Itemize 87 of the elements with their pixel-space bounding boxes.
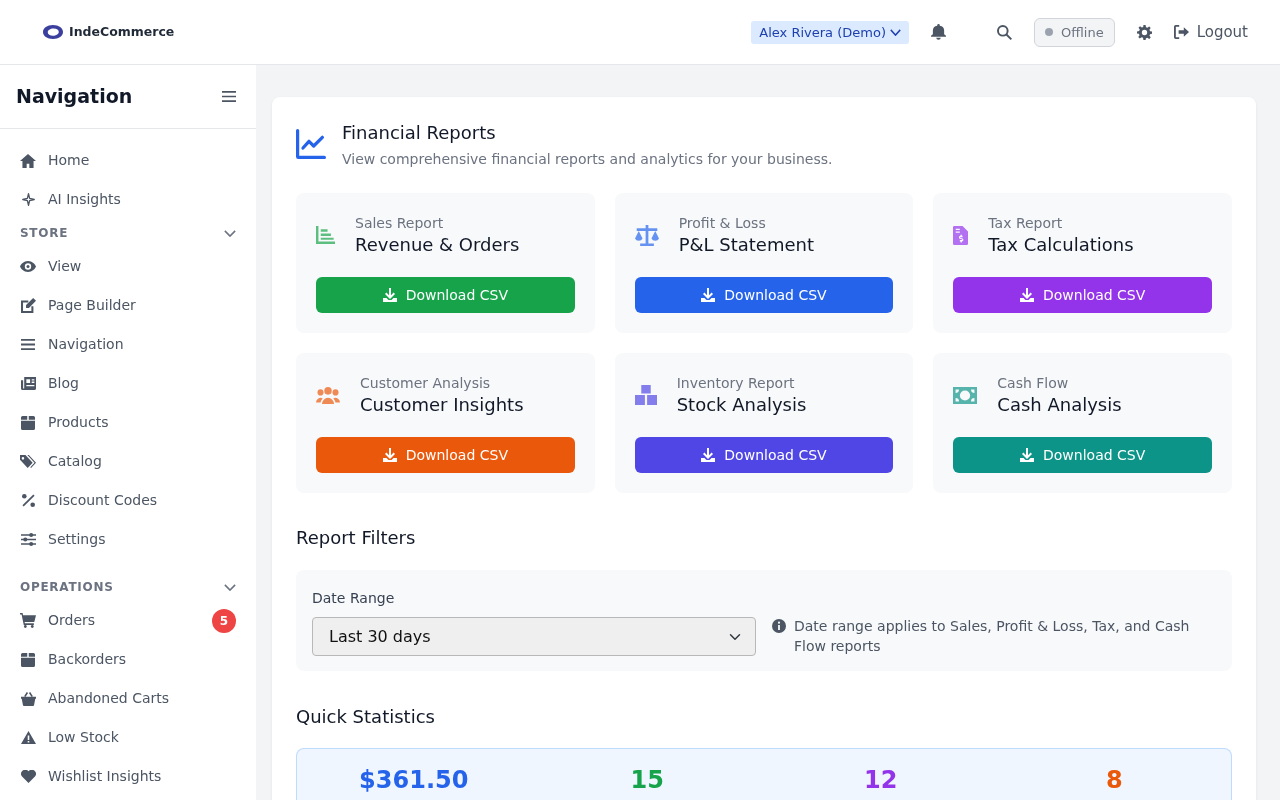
banknote-icon (953, 386, 978, 404)
date-range-select[interactable]: Last 30 days (312, 617, 756, 656)
download-icon (701, 288, 716, 302)
field-label: Date Range (312, 589, 395, 608)
download-icon (1020, 448, 1034, 462)
download-button[interactable]: Download CSV (316, 437, 575, 473)
edit-icon (20, 298, 36, 313)
logout-button[interactable]: Logout (1173, 20, 1248, 44)
warning-icon (20, 731, 36, 744)
eye-icon (20, 261, 36, 272)
download-icon (382, 448, 397, 462)
sidebar-title: Navigation (16, 85, 133, 108)
report-title: Revenue & Orders (355, 233, 520, 257)
cart-icon (20, 613, 36, 628)
logout-icon (1173, 25, 1189, 39)
newspaper-icon (20, 377, 36, 390)
sidebar-item[interactable]: AI Insights (0, 180, 256, 219)
people-icon (316, 386, 340, 404)
info-note: Date range applies to Sales, Profit & Loss, Tax, and Cash Flow reports (794, 617, 1191, 656)
download-button[interactable]: Download CSV (634, 437, 894, 473)
download-button[interactable]: Download CSV (634, 277, 894, 313)
report-category: Cash Flow (997, 374, 1070, 393)
report-category: Inventory Report (676, 374, 796, 393)
report-title: Cash Analysis (997, 393, 1122, 417)
bell-icon[interactable] (931, 24, 946, 40)
sidebar-item[interactable]: Catalog (0, 442, 256, 481)
section-toggle[interactable]: OPERATIONS (0, 573, 256, 601)
stat-value: 15 (630, 766, 664, 794)
chevron-down-icon (890, 28, 901, 36)
heart-icon (20, 770, 36, 783)
box-icon (21, 652, 35, 667)
report-title: Tax Calculations (988, 233, 1134, 257)
section-title: Report Filters (296, 526, 417, 550)
scale-icon (634, 224, 659, 246)
sidebar-item[interactable]: Orders 5 (0, 601, 256, 640)
user-menu-button[interactable]: Alex Rivera (Demo) (751, 20, 909, 44)
download-button[interactable]: Download CSV (953, 437, 1212, 473)
menu-icon[interactable] (222, 91, 236, 102)
report-category: Sales Report (355, 214, 445, 233)
sidebar-item[interactable]: Wishlist Insights (0, 757, 256, 796)
info-icon (772, 619, 786, 633)
boxes-icon (634, 385, 657, 405)
box-icon (21, 415, 35, 430)
sidebar-item[interactable]: Products (0, 403, 256, 442)
sidebar-item[interactable]: View (0, 247, 256, 286)
sparkle-icon (21, 193, 35, 206)
status-button[interactable]: Offline (1034, 17, 1115, 47)
report-category: Tax Report (988, 214, 1064, 233)
stat-value: $361.50 (359, 766, 469, 794)
download-button[interactable]: Download CSV (953, 277, 1212, 313)
report-title: P&L Statement (678, 233, 815, 257)
count-badge: 5 (212, 608, 236, 633)
report-title: Customer Insights (360, 393, 524, 417)
sidebar-item[interactable]: Home (0, 141, 256, 180)
report-category: Customer Analysis (360, 374, 492, 393)
sidebar-item[interactable]: Blog (0, 364, 256, 403)
report-category: Profit & Loss (678, 214, 767, 233)
brand-name: IndeCommerce (69, 22, 175, 41)
page-title: Financial Reports (342, 121, 497, 145)
stat-value: 8 (1105, 766, 1123, 794)
sidebar-item[interactable]: Backorders (0, 640, 256, 679)
list-icon (21, 339, 35, 350)
percent-icon (21, 494, 35, 507)
report-title: Stock Analysis (676, 393, 807, 417)
sidebar-item[interactable]: Settings (0, 520, 256, 559)
download-icon (701, 448, 716, 462)
download-icon (1020, 288, 1034, 302)
sidebar-item[interactable]: Abandoned Carts (0, 679, 256, 718)
section-title: Quick Statistics (296, 705, 436, 729)
basket-icon (20, 691, 36, 706)
home-icon (20, 153, 36, 168)
search-icon[interactable] (997, 24, 1012, 40)
sidebar-item[interactable]: Discount Codes (0, 481, 256, 520)
document-dollar-icon (953, 225, 969, 245)
logo-icon (43, 25, 63, 39)
settings-icon[interactable] (1136, 24, 1152, 40)
sidebar-item[interactable]: Low Stock (0, 718, 256, 757)
sidebar-item[interactable]: Navigation (0, 325, 256, 364)
sliders-icon (20, 533, 36, 546)
stat-value: 12 (864, 766, 898, 794)
bar-chart-icon (316, 226, 335, 244)
tags-icon (20, 455, 36, 468)
section-toggle[interactable]: STORE (0, 219, 256, 247)
download-icon (382, 288, 397, 302)
page-subtitle: View comprehensive financial reports and analytics for your business. (342, 150, 833, 169)
line-chart-icon (296, 129, 326, 159)
sidebar-item[interactable]: Page Builder (0, 286, 256, 325)
